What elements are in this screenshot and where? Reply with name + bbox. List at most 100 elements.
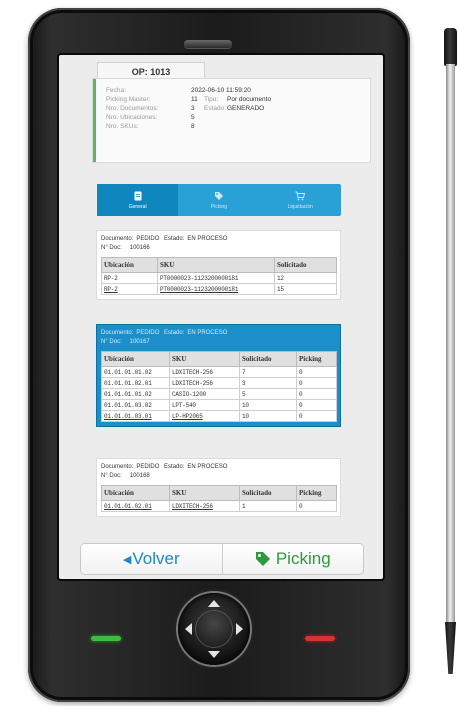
table-row[interactable]: RP-2 PT0000023-1123200000181 12: [101, 272, 337, 284]
table-row[interactable]: 01.01.01.03.02 LPT-540 10 0: [101, 399, 337, 411]
ubicacion-cell: 01.01.01.03.02: [101, 399, 170, 411]
ubicacion-cell: 01.01.01.03.01: [101, 410, 170, 422]
table-header: Ubicación SKU Solicitado Picking: [101, 485, 337, 501]
sku-cell: LDXITECH-256: [169, 377, 240, 389]
column-header: SKU: [157, 257, 275, 273]
picking-cell: 0: [296, 399, 337, 411]
tab-liquidacion-label: Liquidación: [287, 203, 313, 210]
dpad-left-icon[interactable]: [185, 623, 192, 635]
table-row[interactable]: 01.01.01.02.01 LDXITECH-256 1 0: [101, 500, 337, 512]
column-header: Ubicación: [101, 351, 170, 367]
document-items-table: Ubicación SKU Solicitado Picking 01.01.0…: [101, 485, 337, 512]
picking-cell: 0: [296, 377, 337, 389]
stylus-body: [446, 64, 455, 624]
ubicacion-cell: RP-2: [101, 283, 158, 295]
ndoc-label: N° Doc:: [101, 473, 122, 479]
picking-cell: 0: [296, 500, 337, 512]
ndoc-label: N° Doc:: [101, 245, 122, 251]
dpad-down-icon[interactable]: [208, 651, 220, 658]
documento-value: PEDIDO: [136, 330, 160, 336]
column-header: Ubicación: [101, 257, 158, 273]
section-tabs: General Picking Liquidación: [97, 184, 341, 216]
ndoc-value: 100168: [129, 473, 150, 479]
document-items-table: Ubicación SKU Solicitado Picking 01.01.0…: [101, 351, 337, 422]
solicitado-cell: 7: [239, 366, 297, 378]
speaker-grille: [184, 40, 232, 48]
solicitado-cell: 3: [239, 377, 297, 389]
nro-skus-label: Nro. SKUs:: [106, 123, 139, 130]
picking-cell: 0: [296, 388, 337, 400]
sku-cell: PT0000023-1123200000181: [157, 272, 275, 284]
picking-cell: 0: [296, 410, 337, 422]
nro-ubicaciones-label: Nro. Ubicaciones:: [106, 114, 158, 121]
table-row[interactable]: 01.01.01.03.01 LP-HP2065 10 0: [101, 410, 337, 422]
estado-value: GENERADO: [227, 105, 265, 112]
picking-cell: 0: [296, 366, 337, 378]
tab-liquidacion[interactable]: Liquidación: [260, 184, 341, 216]
tab-general[interactable]: General: [97, 184, 179, 216]
end-call-key[interactable]: [305, 636, 335, 641]
table-row[interactable]: 01.01.01.02.01 LDXITECH-256 3 0: [101, 377, 337, 389]
documento-label: Documento:: [101, 464, 134, 470]
solicitado-cell: 15: [274, 283, 337, 295]
document-card-100167[interactable]: Documento: PEDIDO Estado: EN PROCESO N° Do…: [97, 325, 340, 426]
estado-value: EN PROCESO: [187, 464, 228, 470]
dpad-up-icon[interactable]: [208, 600, 220, 607]
sku-cell: LDXITECH-256: [169, 366, 240, 378]
estado-label: Estado:: [164, 236, 185, 242]
fecha-label: Fecha:: [106, 87, 126, 94]
back-button[interactable]: ◀ Volver: [81, 544, 223, 574]
document-header: Documento: PEDIDO Estado: EN PROCESO N° Do…: [97, 325, 340, 347]
column-header: SKU: [169, 351, 240, 367]
call-key[interactable]: [91, 636, 121, 641]
solicitado-cell: 1: [239, 500, 297, 512]
back-arrow-icon: ◀: [122, 553, 132, 566]
estado-label: Estado:: [164, 464, 185, 470]
nro-documentos-label: Nro. Documentos:: [106, 105, 159, 112]
table-row[interactable]: RP-2 PT0000023-1123200000181 15: [101, 283, 337, 295]
column-header: Picking: [296, 351, 337, 367]
document-icon: [134, 191, 142, 200]
ubicacion-cell: RP-2: [101, 272, 158, 284]
table-row[interactable]: 01.01.01.01.02 CASIO-1200 5 0: [101, 388, 337, 400]
solicitado-cell: 10: [239, 410, 297, 422]
dpad-center-button[interactable]: [196, 611, 232, 647]
ndoc-value: 100166: [129, 245, 150, 251]
estado-label: Estado:: [204, 105, 227, 112]
solicitado-cell: 5: [239, 388, 297, 400]
document-card-100168[interactable]: Documento: PEDIDO Estado: EN PROCESO N° Do…: [97, 459, 340, 516]
solicitado-cell: 12: [274, 272, 337, 284]
dpad-right-icon[interactable]: [236, 623, 243, 635]
nro-skus-value: 8: [191, 123, 195, 130]
cart-icon: [295, 191, 306, 200]
documento-label: Documento:: [101, 236, 134, 242]
estado-value: EN PROCESO: [187, 236, 228, 242]
picking-button[interactable]: Picking: [222, 544, 363, 574]
table-header: Ubicación SKU Solicitado: [101, 257, 337, 273]
order-info-card: Fecha: 2022-06-10 11:59:20 Picking Maste…: [93, 79, 370, 162]
fecha-value: 2022-06-10 11:59:20: [191, 87, 251, 94]
picking-button-label: Picking: [275, 549, 331, 568]
ndoc-value: 100167: [129, 339, 150, 345]
documento-label: Documento:: [101, 330, 134, 336]
table-row[interactable]: 01.01.01.01.02 LDXITECH-256 7 0: [101, 366, 337, 378]
column-header: Solicitado: [239, 351, 297, 367]
tab-picking[interactable]: Picking: [178, 184, 259, 216]
back-button-label: Volver: [132, 549, 180, 568]
column-header: Ubicación: [101, 485, 170, 501]
tipo-label: Tipo:: [204, 96, 219, 103]
document-card-100166[interactable]: Documento: PEDIDO Estado: EN PROCESO N° Do…: [97, 231, 340, 299]
picking-master-value: 11: [191, 96, 198, 103]
ubicacion-cell: 01.01.01.01.02: [101, 366, 170, 378]
stylus-cap: [444, 28, 457, 66]
dpad-control[interactable]: [178, 593, 250, 665]
app-screen: OP: 1013 Fecha: 2022-06-10 11:59:20 Pick…: [59, 55, 383, 579]
documento-value: PEDIDO: [136, 236, 160, 242]
table-header: Ubicación SKU Solicitado Picking: [101, 351, 337, 367]
sku-cell: LP-HP2065: [169, 410, 240, 422]
tab-general-label: General: [128, 203, 147, 210]
sku-cell: PT0000023-1123200000181: [157, 283, 275, 295]
estado-label: Estado:: [164, 330, 185, 336]
estado-value: EN PROCESO: [187, 330, 228, 336]
ubicacion-cell: 01.01.01.02.01: [101, 377, 170, 389]
